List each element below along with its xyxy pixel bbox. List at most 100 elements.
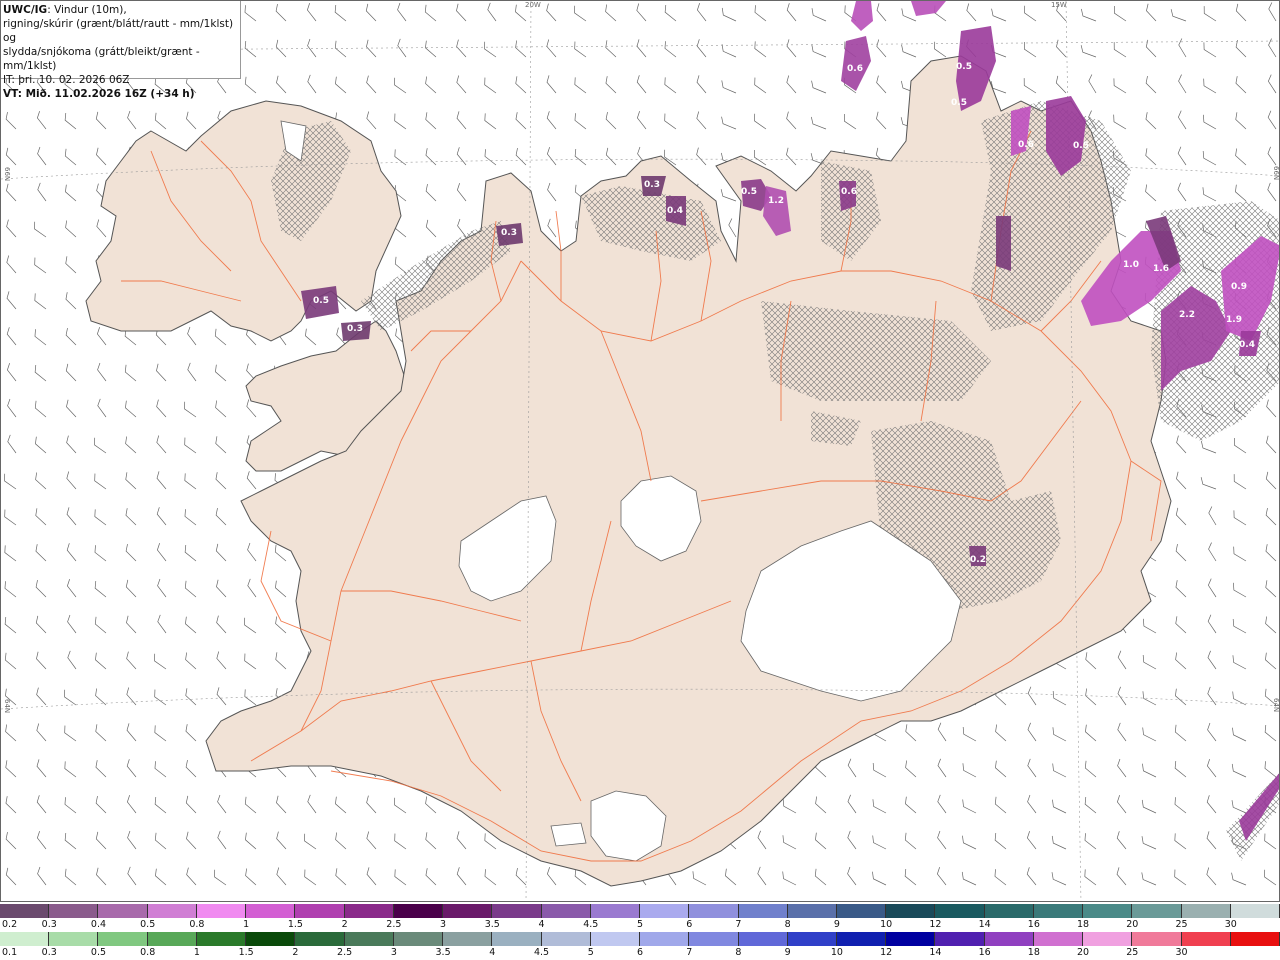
colorbar-tick-label: 14 [978,919,991,930]
wind-barb [216,651,227,670]
wind-barb [67,650,77,670]
wind-barb [64,797,77,814]
wind-barb [962,763,977,778]
wind-barb [1052,727,1067,742]
wind-barb [5,147,17,166]
wind-barb [64,868,77,886]
wind-barb [247,578,257,598]
wind-barb [6,363,17,382]
wind-barb [1206,867,1217,886]
wind-barb [64,148,77,166]
wind-barb [966,3,977,22]
wind-barb [1267,146,1277,166]
wind-barb [1267,182,1277,202]
wind-barb [366,867,377,886]
wind-barb [1207,722,1217,742]
wind-barb [811,116,827,130]
wind-barb [1235,3,1247,22]
wind-barb [605,147,617,166]
wind-barb [1176,471,1187,490]
wind-barb [786,75,797,94]
wind-barb [847,758,857,778]
colorbar-tick-label: 30 [1175,947,1188,958]
wind-barb [244,617,257,634]
wind-barb [187,362,197,382]
wind-barb [991,8,1007,22]
wind-barb [185,688,197,706]
wind-barb [276,75,287,94]
wind-barb [934,41,947,58]
wind-barb [1117,686,1127,706]
wind-barb [66,543,77,562]
colorbar-tick-label: 4 [538,919,545,930]
wind-barb [1207,650,1217,670]
wind-barb [782,871,797,886]
wind-barb [36,831,47,850]
wind-barb [664,41,677,58]
wind-barb [484,149,497,166]
colorbar-tick-label: 1.5 [287,919,303,930]
colorbar-tick-label: 0.1 [2,947,18,958]
wind-barb [6,291,17,310]
wind-barb [1178,38,1187,58]
wind-barb [276,795,287,814]
wind-barb [366,831,377,850]
wind-barb [6,255,17,274]
colorbar-cell [640,904,690,918]
wind-barb [994,796,1007,814]
wind-barb [1170,9,1187,22]
wind-barb [126,795,137,814]
colorbar-cell [443,904,493,918]
colorbar-cell [640,932,690,946]
precip-value-label: 0.6 [847,64,863,74]
colorbar-tick-label: 4.5 [583,919,599,930]
wind-barb [692,871,707,886]
colorbar-cell [492,932,542,946]
wind-barb [1235,39,1247,58]
wind-barb [696,111,707,130]
wind-barb [7,398,17,418]
wind-barb [1177,182,1187,202]
wind-barb [1232,618,1247,634]
colorbar-cell [98,932,148,946]
wind-barb [5,867,17,886]
precip-value-label: 0.3 [501,228,517,238]
wind-barb [185,652,197,670]
wind-barb [217,830,227,850]
wind-barb [754,5,767,22]
colorbar-cell [246,932,296,946]
wind-barb [366,795,377,814]
wind-barb [1203,42,1217,58]
precip-value-label: 0.5 [956,62,972,72]
wind-barb [96,867,107,886]
wind-barb [782,798,797,814]
wind-barb [636,75,647,94]
wind-barb [125,436,137,454]
colorbar-tick-label: 2.5 [337,947,353,958]
colorbar-cell [886,932,936,946]
wind-barb [127,830,137,850]
colorbar-cell [541,932,591,946]
colorbar-tick-label: 1.5 [238,947,254,958]
colorbar-tick-label: 12 [880,947,893,958]
colorbar-cell [1181,904,1231,918]
wind-barb [1052,690,1067,706]
wind-barb [36,651,47,670]
wind-barb [1266,399,1277,418]
wind-barb [276,867,287,886]
wind-barb [425,183,437,202]
wind-barb [1116,831,1127,850]
wind-barb [754,41,767,58]
wind-barb [937,722,947,742]
colorbar-cell [984,932,1034,946]
wind-barb [962,726,977,742]
colorbar-tick-label: 1 [243,919,250,930]
colorbar-snow-labels: 0.2 0.3 0.4 0.5 0.8 1 1.5 2 2.5 3 3.5 4 4.5 5 6 7 8 9 10 12… [0,919,1280,931]
map-canvas: 0.6 0.5 0.5 0.3 0.4 0.5 1.2 0.6 0.3 0.5 0.3 0.6 0.5 1… [1,1,1279,901]
lat-label-66n-left: 66N [3,167,11,182]
wind-barb [605,111,617,130]
wind-barb [66,399,77,418]
precip-value-label: 0.6 [1018,140,1034,150]
wind-barb [847,866,857,886]
wind-barb [1200,477,1217,490]
